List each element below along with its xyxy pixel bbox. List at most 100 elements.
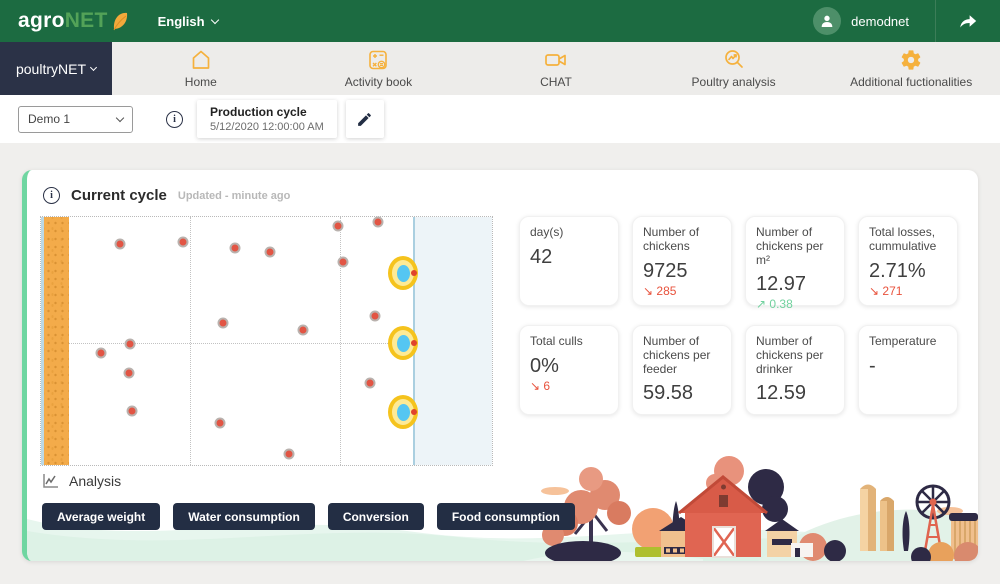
nav-item-additional-functionalities[interactable]: Additional fuctionalities bbox=[822, 42, 1000, 95]
nav-label: Home bbox=[185, 75, 217, 89]
analysis-label: Analysis bbox=[69, 473, 121, 489]
logo-text-agro: agro bbox=[18, 9, 65, 33]
sensor-dot[interactable] bbox=[298, 325, 309, 336]
avatar[interactable] bbox=[813, 7, 841, 35]
product-switcher[interactable]: poultryNET bbox=[0, 42, 112, 95]
stat-value: 9725 bbox=[643, 260, 721, 283]
top-bar: agroNET English demodnet bbox=[0, 0, 1000, 42]
nav-item-poultry-analysis[interactable]: Poultry analysis bbox=[645, 42, 823, 95]
stat-card: day(s) 42 bbox=[519, 216, 619, 306]
water-zone bbox=[413, 217, 492, 465]
feed-line bbox=[44, 217, 69, 465]
logout-button[interactable] bbox=[936, 0, 1000, 42]
sensor-dot[interactable] bbox=[333, 221, 344, 232]
farm-select-value: Demo 1 bbox=[28, 112, 70, 126]
house-map bbox=[40, 216, 493, 466]
sensor-dot[interactable] bbox=[284, 449, 295, 460]
sensor-dot[interactable] bbox=[115, 239, 126, 250]
analysis-buttons: Average weight Water consumption Convers… bbox=[42, 503, 575, 530]
sensor-dot[interactable] bbox=[370, 311, 381, 322]
video-camera-icon bbox=[543, 48, 569, 72]
stat-label: Number of chickens per m² bbox=[756, 226, 834, 267]
stat-label: Total culls bbox=[530, 335, 608, 349]
cycle-date: 5/12/2020 12:00:00 AM bbox=[210, 121, 324, 133]
water-consumption-button[interactable]: Water consumption bbox=[173, 503, 315, 530]
analysis-magnifier-icon bbox=[722, 48, 746, 72]
nav-item-home[interactable]: Home bbox=[112, 42, 290, 95]
water-cup-icon bbox=[397, 265, 410, 282]
nav-item-activity-book[interactable]: Activity book bbox=[290, 42, 468, 95]
grid-divider bbox=[190, 217, 191, 465]
sensor-dot[interactable] bbox=[178, 237, 189, 248]
grid-divider bbox=[340, 217, 341, 465]
chevron-down-icon bbox=[210, 15, 218, 23]
stat-value: 2.71% bbox=[869, 260, 947, 283]
pencil-icon bbox=[356, 111, 373, 128]
sensor-dot[interactable] bbox=[338, 257, 349, 268]
language-selector[interactable]: English bbox=[158, 14, 218, 29]
edit-cycle-button[interactable] bbox=[346, 100, 384, 138]
sensor-dot[interactable] bbox=[230, 243, 241, 254]
sensor-dot[interactable] bbox=[365, 378, 376, 389]
sensor-dot[interactable] bbox=[373, 217, 384, 228]
stat-card: Temperature - bbox=[858, 325, 958, 415]
agronet-logo[interactable]: agroNET bbox=[18, 9, 130, 33]
stat-label: Number of chickens per feeder bbox=[643, 335, 721, 376]
stat-card: Number of chickens9725↘ 285 bbox=[632, 216, 732, 306]
username-label: demodnet bbox=[851, 14, 909, 29]
sensor-dot[interactable] bbox=[127, 406, 138, 417]
stat-value: 12.97 bbox=[756, 273, 834, 296]
sensor-dot[interactable] bbox=[215, 418, 226, 429]
nav-label: Activity book bbox=[345, 75, 412, 89]
stat-card: Number of chickens per feeder 59.58 bbox=[632, 325, 732, 415]
toolbar: Demo 1 i Production cycle 5/12/2020 12:0… bbox=[0, 95, 1000, 143]
stat-value: 0% bbox=[530, 355, 608, 378]
stat-value: - bbox=[869, 355, 947, 378]
panel-title: Current cycle bbox=[71, 187, 167, 204]
product-label: poultryNET bbox=[16, 61, 86, 77]
info-icon[interactable]: i bbox=[43, 187, 60, 204]
sensor-dot[interactable] bbox=[125, 339, 136, 350]
stat-card: Total losses, cummulative 2.71%↘ 271 bbox=[858, 216, 958, 306]
chevron-down-icon bbox=[90, 63, 97, 70]
share-arrow-icon bbox=[958, 12, 978, 30]
nav-label: CHAT bbox=[540, 75, 572, 89]
sensor-dot[interactable] bbox=[265, 247, 276, 258]
leaf-icon bbox=[110, 10, 130, 32]
stat-delta: ↘ 271 bbox=[869, 284, 947, 298]
info-icon[interactable]: i bbox=[166, 111, 183, 128]
stat-label: Temperature bbox=[869, 335, 947, 349]
stat-card: Number of chickens per m²12.97↗ 0.38 bbox=[745, 216, 845, 306]
drinker-marker[interactable] bbox=[388, 395, 418, 429]
chart-icon bbox=[42, 473, 59, 489]
current-cycle-panel: i Current cycle Updated - minute ago day… bbox=[22, 170, 978, 561]
nav-label: Poultry analysis bbox=[692, 75, 776, 89]
food-consumption-button[interactable]: Food consumption bbox=[437, 503, 575, 530]
sensor-dot[interactable] bbox=[124, 368, 135, 379]
stat-value: 42 bbox=[530, 246, 608, 269]
stat-delta: ↘ 6 bbox=[530, 379, 608, 393]
user-icon bbox=[819, 13, 835, 29]
average-weight-button[interactable]: Average weight bbox=[42, 503, 160, 530]
nav-bar: poultryNET Home Activity book CHAT Poult… bbox=[0, 42, 1000, 95]
logo-text-net: NET bbox=[65, 9, 108, 33]
sensor-dot[interactable] bbox=[218, 318, 229, 329]
stat-label: Number of chickens bbox=[643, 226, 721, 254]
stat-delta: ↗ 0.38 bbox=[756, 297, 834, 311]
drinker-marker[interactable] bbox=[388, 256, 418, 290]
stat-card: Number of chickens per drinker12.59 bbox=[745, 325, 845, 415]
stat-label: day(s) bbox=[530, 226, 608, 240]
calculator-icon bbox=[366, 48, 390, 72]
production-cycle-card: Production cycle 5/12/2020 12:00:00 AM bbox=[197, 100, 337, 138]
valve-dot bbox=[411, 409, 417, 415]
farm-select[interactable]: Demo 1 bbox=[18, 106, 133, 133]
drinker-marker[interactable] bbox=[388, 326, 418, 360]
stat-label: Total losses, cummulative bbox=[869, 226, 947, 254]
gear-icon bbox=[899, 48, 923, 72]
conversion-button[interactable]: Conversion bbox=[328, 503, 424, 530]
stat-value: 59.58 bbox=[643, 382, 721, 405]
farm-illustration bbox=[523, 439, 978, 561]
nav-item-chat[interactable]: CHAT bbox=[467, 42, 645, 95]
sensor-dot[interactable] bbox=[96, 348, 107, 359]
language-label: English bbox=[158, 14, 205, 29]
